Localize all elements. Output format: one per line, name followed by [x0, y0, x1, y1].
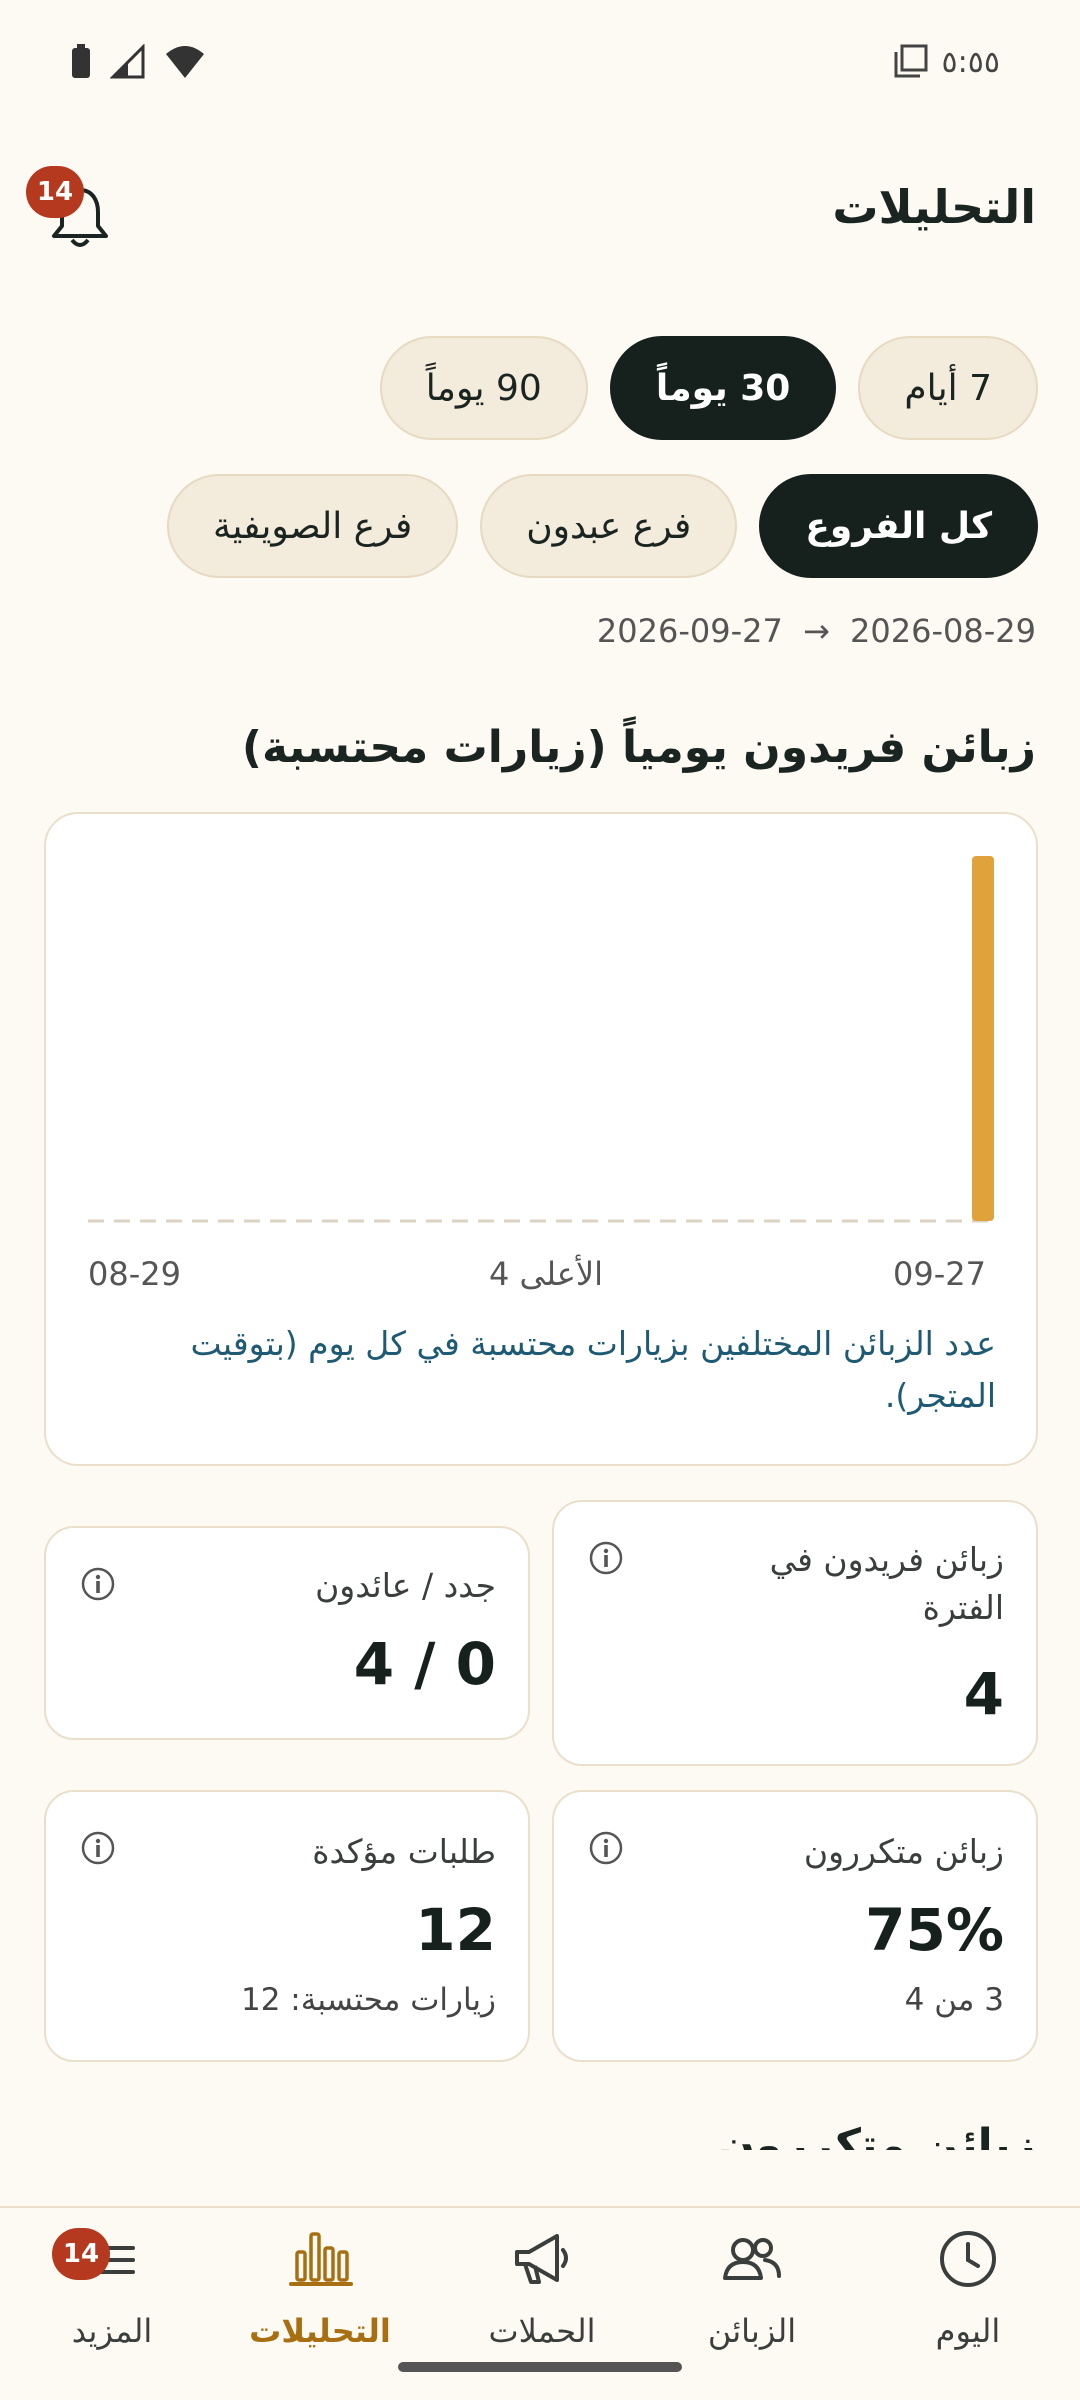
repeat-customers-value: 75% — [865, 1896, 1004, 1964]
clock-time: ٥:٥٥ — [941, 44, 1000, 80]
date-range: 2026-09-27 → 2026-08-29 — [597, 612, 1036, 650]
nav-item-analytics[interactable]: التحليلات — [220, 2224, 420, 2374]
clock-icon — [940, 2231, 996, 2287]
branch-filter-group: كل الفروع فرع عبدون فرع الصويفية — [167, 474, 1038, 578]
signal-icon — [110, 44, 145, 79]
status-icons — [70, 44, 206, 80]
daily-unique-customers-chart-card: 08-29 الأعلى 4 09-27 عدد الزبائن المختلف… — [44, 812, 1038, 1466]
new-returning-value: 4 / 0 — [353, 1630, 496, 1698]
status-bar: ٥:٥٥ — [0, 0, 1080, 130]
filter-90-days[interactable]: 90 يوماً — [379, 336, 588, 440]
nav-label-campaigns: الحملات — [488, 2312, 596, 2350]
nav-item-today[interactable]: اليوم — [868, 2224, 1068, 2374]
wifi-icon — [166, 46, 204, 78]
notification-badge: 14 — [26, 166, 84, 218]
repeat-customers-card: زبائن متكررون 75% 3 من 4 — [552, 1790, 1038, 2062]
unique-customers-label: زبائن فريدون في الفترة — [769, 1540, 1004, 1627]
info-icon[interactable] — [588, 1540, 624, 1576]
chart-bar-09-27 — [972, 856, 994, 1221]
nav-label-analytics: التحليلات — [249, 2312, 391, 2350]
notifications-button[interactable]: 14 — [26, 166, 112, 252]
period-filter-group: 7 أيام 30 يوماً 90 يوماً — [379, 336, 1038, 440]
nav-label-customers: الزبائن — [707, 2312, 797, 2350]
chart-bars — [972, 856, 994, 1221]
date-range-start: 2026-08-29 — [850, 612, 1036, 650]
status-right: ٥:٥٥ — [892, 44, 1000, 80]
filter-all-branches[interactable]: كل الفروع — [759, 474, 1038, 578]
home-indicator — [398, 2362, 682, 2372]
users-icon — [723, 2238, 781, 2280]
unique-customers-card: زبائن فريدون في الفترة 4 — [552, 1500, 1038, 1766]
chart-max-label: الأعلى 4 — [489, 1254, 603, 1293]
filter-30-days[interactable]: 30 يوماً — [609, 336, 837, 440]
nav-label-more: المزيد — [71, 2312, 153, 2350]
page-title: التحليلات — [832, 180, 1036, 234]
info-icon[interactable] — [80, 1566, 116, 1602]
confirmed-orders-card: طلبات مؤكدة 12 زيارات محتسبة: 12 — [44, 1790, 530, 2062]
app-header: التحليلات 14 — [0, 150, 1080, 270]
filter-sweifieh-branch[interactable]: فرع الصويفية — [167, 474, 459, 578]
confirmed-orders-sub: زيارات محتسبة: 12 — [240, 1982, 496, 2018]
info-icon[interactable] — [80, 1830, 116, 1866]
unique-customers-value: 4 — [963, 1660, 1004, 1728]
date-range-arrow: → — [803, 612, 830, 650]
x-axis-start-label: 08-29 — [88, 1255, 181, 1293]
new-returning-label: جدد / عائدون — [315, 1566, 496, 1605]
info-icon[interactable] — [588, 1830, 624, 1866]
daily-unique-customers-chart: 08-29 الأعلى 4 09-27 — [88, 856, 998, 1293]
repeat-customers-sub: 3 من 4 — [904, 1982, 1004, 2018]
x-axis-end-label: 09-27 — [893, 1255, 986, 1293]
bar-chart-icon — [289, 2232, 353, 2286]
nav-item-customers[interactable]: الزبائن — [652, 2224, 852, 2374]
chart-section-title: زبائن فريدون يومياً (زيارات محتسبة) — [241, 722, 1036, 773]
confirmed-orders-value: 12 — [415, 1896, 496, 1964]
screenshot-icon — [894, 44, 928, 78]
filter-abdoun-branch[interactable]: فرع عبدون — [480, 474, 738, 578]
confirmed-orders-label: طلبات مؤكدة — [312, 1832, 496, 1871]
more-badge: 14 — [52, 2228, 110, 2280]
nav-item-more[interactable]: المزيد 14 — [12, 2224, 212, 2374]
megaphone-icon — [515, 2234, 568, 2284]
new-returning-card: جدد / عائدون 4 / 0 — [44, 1526, 530, 1740]
date-range-end: 2026-09-27 — [596, 612, 783, 650]
filter-7-days[interactable]: 7 أيام — [858, 336, 1038, 440]
repeat-customers-label: زبائن متكررون — [803, 1832, 1004, 1871]
nav-label-today: اليوم — [935, 2312, 1001, 2350]
chart-description: عدد الزبائن المختلفين بزيارات محتسبة في … — [190, 1324, 996, 1415]
battery-icon — [72, 44, 90, 78]
nav-item-campaigns[interactable]: الحملات — [442, 2224, 642, 2374]
next-section-title: زبائن متكررون — [717, 2120, 1036, 2150]
